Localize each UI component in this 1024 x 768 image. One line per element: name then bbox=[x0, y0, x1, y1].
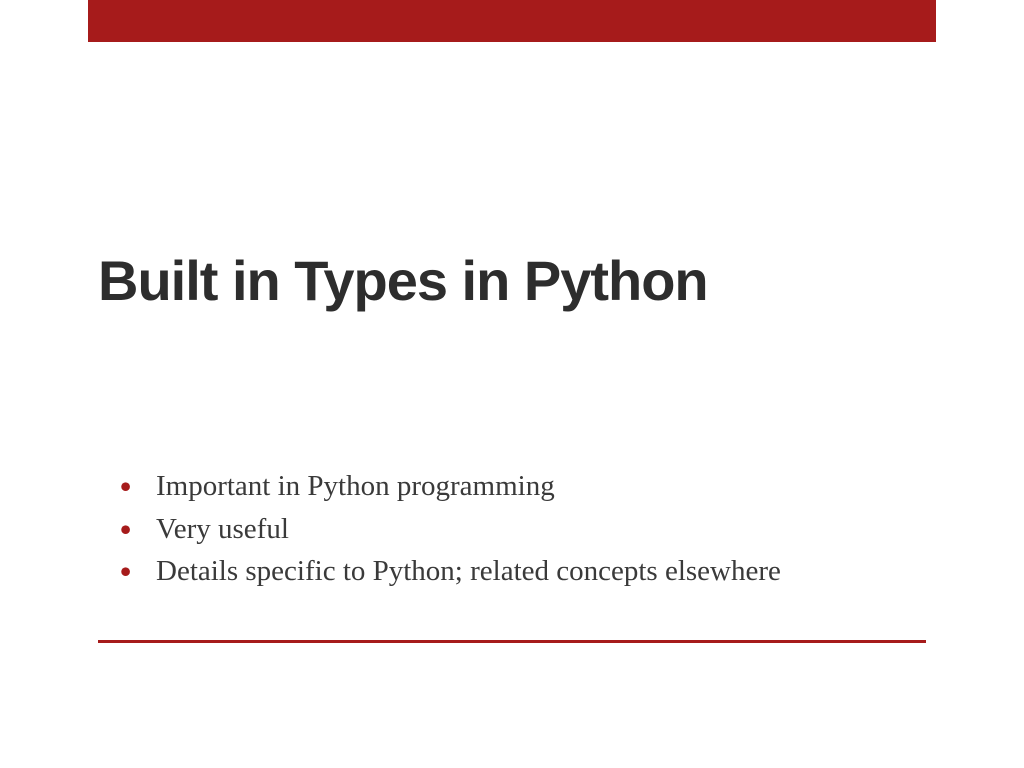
horizontal-divider bbox=[98, 640, 926, 643]
slide-content: Built in Types in Python Important in Py… bbox=[0, 0, 1024, 768]
list-item: Details specific to Python; related conc… bbox=[120, 551, 781, 592]
bullet-list: Important in Python programming Very use… bbox=[120, 466, 781, 594]
slide-title: Built in Types in Python bbox=[98, 248, 708, 313]
list-item: Very useful bbox=[120, 509, 781, 550]
list-item: Important in Python programming bbox=[120, 466, 781, 507]
